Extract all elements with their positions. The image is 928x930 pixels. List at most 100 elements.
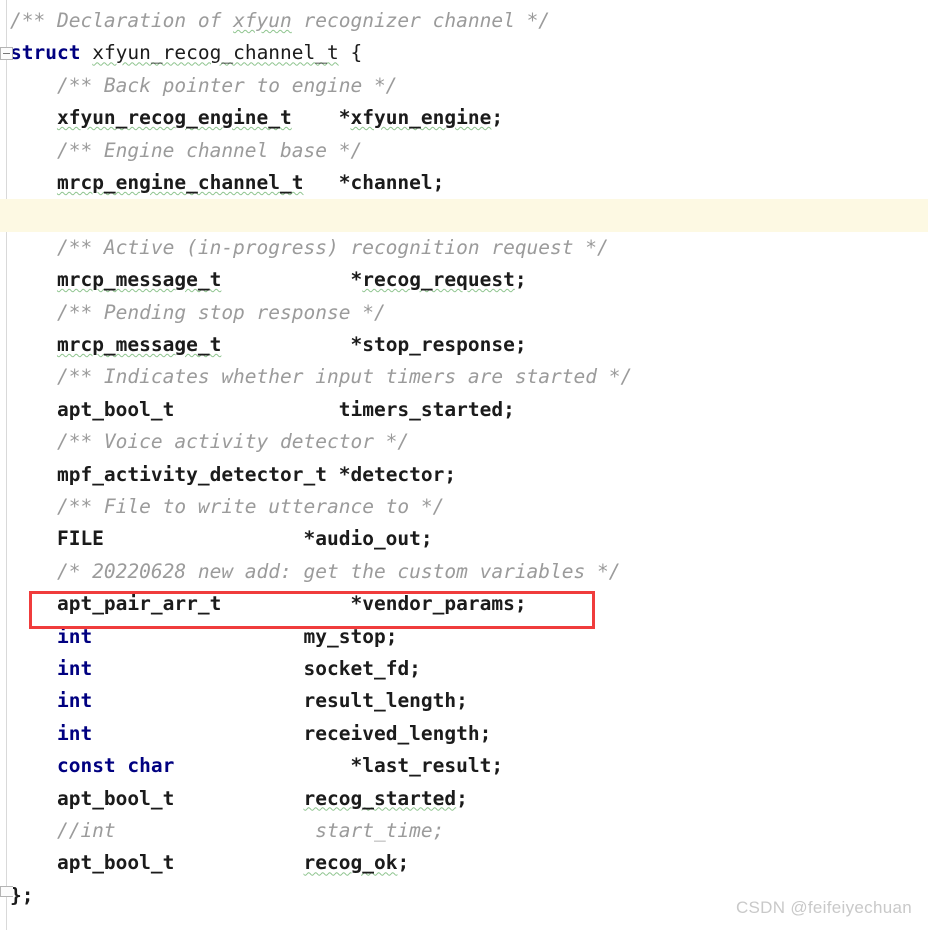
code-line-text: struct xfyun_recog_channel_t { — [10, 37, 362, 69]
code-line-text: }; — [10, 880, 33, 912]
code-token: mrcp_message_t — [56, 333, 222, 356]
code-line-text: /* 20220628 new add: get the custom vari… — [10, 556, 621, 588]
code-token: *last_result; — [174, 754, 504, 778]
code-line[interactable]: struct xfyun_recog_channel_t { — [0, 37, 928, 69]
code-line[interactable]: /** Voice activity detector */ — [0, 426, 928, 458]
code-token: *stop_response; — [221, 333, 527, 356]
code-line[interactable]: int received_length; — [0, 718, 928, 750]
code-token: result_length; — [92, 689, 468, 713]
code-line-text: apt_bool_t timers_started; — [10, 394, 515, 426]
code-line[interactable]: /** Engine channel base */ — [0, 135, 928, 167]
code-token: /** Declaration of — [10, 9, 234, 32]
code-token: * — [291, 106, 351, 130]
code-token: recog_request — [362, 268, 515, 292]
code-line-text: xfyun_recog_engine_t *xfyun_engine; — [10, 102, 503, 134]
code-line-text: mrcp_engine_channel_t *channel; — [10, 167, 444, 199]
code-token: apt_bool_t — [56, 851, 175, 875]
code-line-text: /** Pending stop response */ — [10, 297, 386, 329]
code-token: struct — [10, 41, 81, 65]
code-token: ; — [491, 106, 504, 130]
code-line-text: apt_pair_arr_t *vendor_params; — [10, 588, 527, 620]
code-token: /** Active (in-progress) recognition req… — [10, 235, 609, 259]
code-line[interactable]: /** File to write utterance to */ — [0, 491, 928, 523]
code-line[interactable]: /** Active (in-progress) recognition req… — [0, 232, 928, 264]
code-line[interactable] — [0, 199, 928, 232]
code-line[interactable]: /* 20220628 new add: get the custom vari… — [0, 556, 928, 588]
code-line[interactable]: int result_length; — [0, 685, 928, 717]
code-token: int — [56, 689, 93, 713]
code-token: const char — [56, 754, 175, 778]
code-line[interactable]: /** Indicates whether input timers are s… — [0, 361, 928, 393]
code-line[interactable]: mrcp_engine_channel_t *channel; — [0, 167, 928, 199]
code-token: apt_pair_arr_t — [56, 592, 222, 616]
fold-collapse-icon[interactable] — [0, 47, 13, 61]
code-line[interactable]: int my_stop; — [0, 621, 928, 653]
code-line-text: mrcp_message_t *stop_response; — [10, 329, 527, 361]
code-line[interactable]: const char *last_result; — [0, 750, 928, 782]
code-line[interactable]: apt_bool_t timers_started; — [0, 394, 928, 426]
code-token: /** Back pointer to engine */ — [10, 73, 398, 97]
code-token: *channel; — [303, 171, 445, 194]
code-line[interactable]: int socket_fd; — [0, 653, 928, 685]
code-token: timers_started; — [174, 397, 515, 421]
code-line-text: mrcp_message_t *recog_request; — [10, 264, 527, 296]
code-line[interactable]: /** Pending stop response */ — [0, 297, 928, 329]
code-token: mpf_activity_detector_t *detector; — [56, 462, 457, 486]
code-token: received_length; — [92, 721, 492, 745]
code-token: /** File to write utterance to */ — [10, 495, 445, 518]
code-token: int — [56, 721, 93, 745]
code-token: xfyun_recog_engine_t — [56, 106, 292, 130]
code-token: apt_bool_t — [56, 786, 175, 810]
code-token: ; — [397, 851, 410, 875]
code-token: xfyun_recog_channel_t — [92, 41, 339, 65]
code-line-text: int result_length; — [10, 685, 468, 717]
code-line[interactable]: mrcp_message_t *recog_request; — [0, 264, 928, 296]
code-token: recog_ok — [303, 851, 398, 875]
code-token: { — [338, 41, 363, 65]
code-line-text: /** Back pointer to engine */ — [10, 70, 397, 102]
code-token: //int start_time; — [10, 819, 445, 842]
code-line-text: FILE *audio_out; — [10, 523, 433, 555]
code-token: *vendor_params; — [221, 592, 527, 616]
code-token: int — [56, 624, 93, 648]
code-line-text: int my_stop; — [10, 621, 397, 653]
code-token: /** Indicates whether input timers are s… — [10, 365, 633, 389]
code-line[interactable]: mpf_activity_detector_t *detector; — [0, 459, 928, 491]
code-line[interactable]: //int start_time; — [0, 815, 928, 847]
code-line[interactable]: /** Back pointer to engine */ — [0, 70, 928, 102]
code-line[interactable]: apt_bool_t recog_started; — [0, 783, 928, 815]
code-line[interactable]: apt_bool_t recog_ok; — [0, 847, 928, 879]
code-token: ; — [456, 786, 468, 810]
fold-end-marker-icon[interactable] — [0, 885, 13, 897]
code-line-text: /** Declaration of xfyun recognizer chan… — [10, 5, 550, 37]
code-token: }; — [10, 883, 34, 907]
code-line-text: /** Engine channel base */ — [10, 135, 362, 167]
code-line-text: /** File to write utterance to */ — [10, 491, 444, 523]
code-line[interactable]: /** Declaration of xfyun recognizer chan… — [0, 5, 928, 37]
code-token: socket_fd; — [92, 657, 421, 680]
code-line-text: const char *last_result; — [10, 750, 503, 782]
code-line[interactable]: apt_pair_arr_t *vendor_params; — [0, 588, 928, 620]
code-token: apt_bool_t — [56, 397, 175, 421]
code-line[interactable]: xfyun_recog_engine_t *xfyun_engine; — [0, 102, 928, 134]
code-line-text: /** Indicates whether input timers are s… — [10, 361, 632, 393]
code-token: /** Voice activity detector */ — [10, 430, 410, 454]
code-line[interactable]: FILE *audio_out; — [0, 523, 928, 555]
code-line[interactable]: mrcp_message_t *stop_response; — [0, 329, 928, 361]
code-editor[interactable]: /** Declaration of xfyun recognizer chan… — [0, 0, 928, 930]
code-token: xfyun_engine — [350, 106, 492, 130]
code-token: xfyun — [233, 9, 292, 32]
code-token: /** Engine channel base */ — [10, 138, 363, 162]
code-token: recognizer channel */ — [291, 9, 551, 32]
code-line-text: //int start_time; — [10, 815, 444, 847]
